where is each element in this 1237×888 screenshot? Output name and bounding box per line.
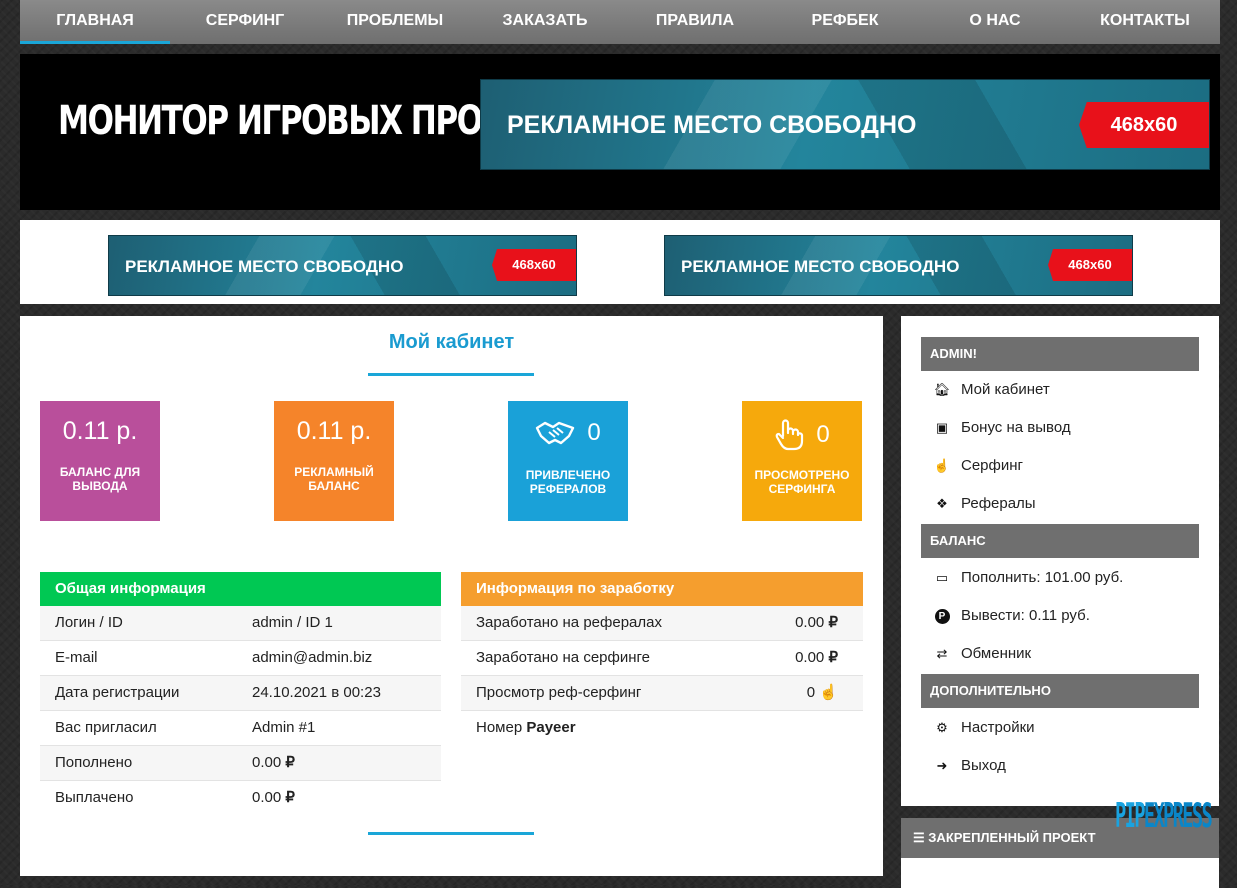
row-key: Заработано на серфинге	[476, 649, 650, 666]
table-row: Дата регистрации 24.10.2021 в 00:23	[40, 676, 441, 711]
ad-text: РЕКЛАМНОЕ МЕСТО СВОБОДНО	[681, 257, 960, 276]
hand-pointer-icon	[775, 419, 804, 451]
tile-value: 0.11 р.	[62, 417, 138, 445]
credit-card-icon: ▭	[935, 570, 949, 585]
page-title: Мой кабинет	[388, 331, 515, 353]
table-row: Заработано на рефералах 0.00 ₽	[461, 606, 863, 641]
nav-item-contacts[interactable]: КОНТАКТЫ	[1070, 0, 1220, 44]
row-value: 0.00	[252, 754, 282, 771]
handshake-icon: ❖	[936, 496, 948, 511]
gift-icon: ▣	[935, 420, 949, 435]
tile-value: 0.11 р.	[296, 417, 372, 445]
sidebar-item-surfing[interactable]: ☝ Серфинг	[931, 451, 1023, 481]
tile-label: ПРИВЛЕЧЕНО РЕФЕРАЛОВ	[525, 468, 611, 496]
sidebar: ADMIN! 🏠︎ Мой кабинет ▣ Бонус на вывод ☝ Се…	[901, 316, 1219, 806]
payeer-row: Номер Payeer	[461, 711, 863, 746]
hand-pointer-icon: ☝	[819, 684, 838, 701]
sidebar-item-deposit[interactable]: ▭ Пополнить: 101.00 руб.	[931, 563, 1124, 593]
banner-strip: РЕКЛАМНОЕ МЕСТО СВОБОДНО 468x60 РЕКЛАМНО…	[20, 220, 1220, 304]
ad-size-badge: 468x60	[1079, 102, 1209, 148]
earnings-info-header: Информация по заработку	[461, 572, 863, 606]
row-key: Логин / ID	[55, 614, 123, 631]
ruble-icon: ₽	[285, 789, 295, 806]
cog-icon: ⚙	[936, 720, 948, 735]
sidebar-section-extra: ДОПОЛНИТЕЛЬНО	[921, 674, 1199, 708]
handshake-icon	[536, 421, 575, 445]
ad-banner-left[interactable]: РЕКЛАМНОЕ МЕСТО СВОБОДНО 468x60	[108, 235, 577, 296]
row-key: E-mail	[55, 649, 98, 666]
table-row: Выплачено 0.00 ₽	[40, 781, 441, 816]
table-row: Пополнено 0.00 ₽	[40, 746, 441, 781]
table-row: Логин / ID admin / ID 1	[40, 606, 441, 641]
sidebar-section-account: ADMIN!	[921, 337, 1199, 371]
general-info-header: Общая информация	[40, 572, 441, 606]
row-value: 0.00	[795, 649, 825, 666]
sidebar-item-settings[interactable]: ⚙ Настройки	[931, 713, 1034, 743]
sidebar-section-balance: БАЛАНС	[921, 524, 1199, 558]
nav-item-surfing[interactable]: СЕРФИНГ	[170, 0, 320, 44]
nav-item-rules[interactable]: ПРАВИЛА	[620, 0, 770, 44]
tile-ad-balance[interactable]: 0.11 р. РЕКЛАМНЫЙ БАЛАНС	[274, 401, 394, 521]
payeer-name: Payeer	[526, 719, 576, 736]
row-key: Выплачено	[55, 789, 134, 806]
row-key: Заработано на рефералах	[476, 614, 662, 631]
bottom-divider	[368, 832, 534, 835]
table-row: E-mail admin@admin.biz	[40, 641, 441, 676]
row-value: Admin #1	[252, 719, 316, 736]
header-ad-banner[interactable]: РЕКЛАМНОЕ МЕСТО СВОБОДНО 468x60	[480, 79, 1210, 170]
nav-item-refback[interactable]: РЕФБЕК	[770, 0, 920, 44]
bars-icon: ☰	[913, 830, 925, 845]
nav-item-order[interactable]: ЗАКАЗАТЬ	[470, 0, 620, 44]
nav-item-home[interactable]: ГЛАВНАЯ	[20, 0, 170, 44]
sidebar-item-logout[interactable]: ➜ Выход	[931, 751, 1006, 781]
ad-size-badge: 468x60	[492, 249, 576, 281]
sidebar-item-bonus[interactable]: ▣ Бонус на вывод	[931, 413, 1071, 443]
ad-banner-right[interactable]: РЕКЛАМНОЕ МЕСТО СВОБОДНО 468x60	[664, 235, 1133, 296]
ruble-icon: ₽	[285, 754, 295, 771]
table-row: Заработано на серфинге 0.00 ₽	[461, 641, 863, 676]
row-value: admin@admin.biz	[252, 649, 373, 666]
retweet-icon: ⇄	[936, 646, 948, 661]
tile-value: 0	[816, 421, 830, 448]
row-key: Вас пригласил	[55, 719, 157, 736]
ruble-icon: ₽	[828, 649, 838, 666]
ad-text: РЕКЛАМНОЕ МЕСТО СВОБОДНО	[507, 111, 917, 139]
table-row: Вас пригласил Admin #1	[40, 711, 441, 746]
tile-label: РЕКЛАМНЫЙ БАЛАНС	[294, 465, 374, 493]
row-value: 0.00	[252, 789, 282, 806]
title-underline	[368, 373, 534, 376]
sidebar-item-exchanger[interactable]: ⇄ Обменник	[931, 639, 1032, 669]
table-row: Просмотр реф-серфинг 0 ☝	[461, 676, 863, 711]
site-header: МОНИТОР ИГРОВЫХ ПРОЕКТОВ РЕКЛАМНОЕ МЕСТО…	[20, 54, 1220, 210]
ad-text: РЕКЛАМНОЕ МЕСТО СВОБОДНО	[125, 257, 404, 276]
tile-label: ПРОСМОТРЕНО СЕРФИНГА	[754, 468, 850, 496]
tile-referrals[interactable]: 0 ПРИВЛЕЧЕНО РЕФЕРАЛОВ	[508, 401, 628, 521]
ad-size-badge: 468x60	[1048, 249, 1132, 281]
payeer-icon: P	[931, 601, 953, 631]
tile-value: 0	[587, 419, 601, 446]
top-nav: ГЛАВНАЯ СЕРФИНГ ПРОБЛЕМЫ ЗАКАЗАТЬ ПРАВИЛ…	[20, 0, 1220, 44]
ruble-icon: ₽	[828, 614, 838, 631]
watermark-logo: PIPEXPRESS	[1115, 796, 1213, 836]
tile-surfing-viewed[interactable]: 0 ПРОСМОТРЕНО СЕРФИНГА	[742, 401, 862, 521]
row-key: Пополнено	[55, 754, 133, 771]
tile-label: БАЛАНС ДЛЯ ВЫВОДА	[59, 465, 141, 493]
cabinet-panel: Мой кабинет 0.11 р. БАЛАНС ДЛЯ ВЫВОДА 0.…	[20, 316, 883, 876]
row-key: Дата регистрации	[55, 684, 180, 701]
payeer-label: Номер	[476, 719, 523, 736]
sidebar-item-referrals[interactable]: ❖ Рефералы	[931, 489, 1035, 519]
sign-out-icon: ➜	[936, 758, 948, 773]
row-value: 0	[806, 684, 816, 701]
hand-pointer-icon: ☝	[933, 458, 951, 473]
row-value: 24.10.2021 в 00:23	[252, 684, 381, 701]
row-value: 0.00	[795, 614, 825, 631]
row-value: admin / ID 1	[252, 614, 333, 631]
nav-item-problems[interactable]: ПРОБЛЕМЫ	[320, 0, 470, 44]
tile-withdraw-balance[interactable]: 0.11 р. БАЛАНС ДЛЯ ВЫВОДА	[40, 401, 160, 521]
home-icon: 🏠︎	[933, 382, 951, 397]
sidebar-item-withdraw[interactable]: P Вывести: 0.11 руб.	[931, 601, 1090, 631]
nav-item-about[interactable]: О НАС	[920, 0, 1070, 44]
sidebar-item-cabinet[interactable]: 🏠︎ Мой кабинет	[931, 375, 1050, 405]
row-key: Просмотр реф-серфинг	[476, 684, 642, 701]
